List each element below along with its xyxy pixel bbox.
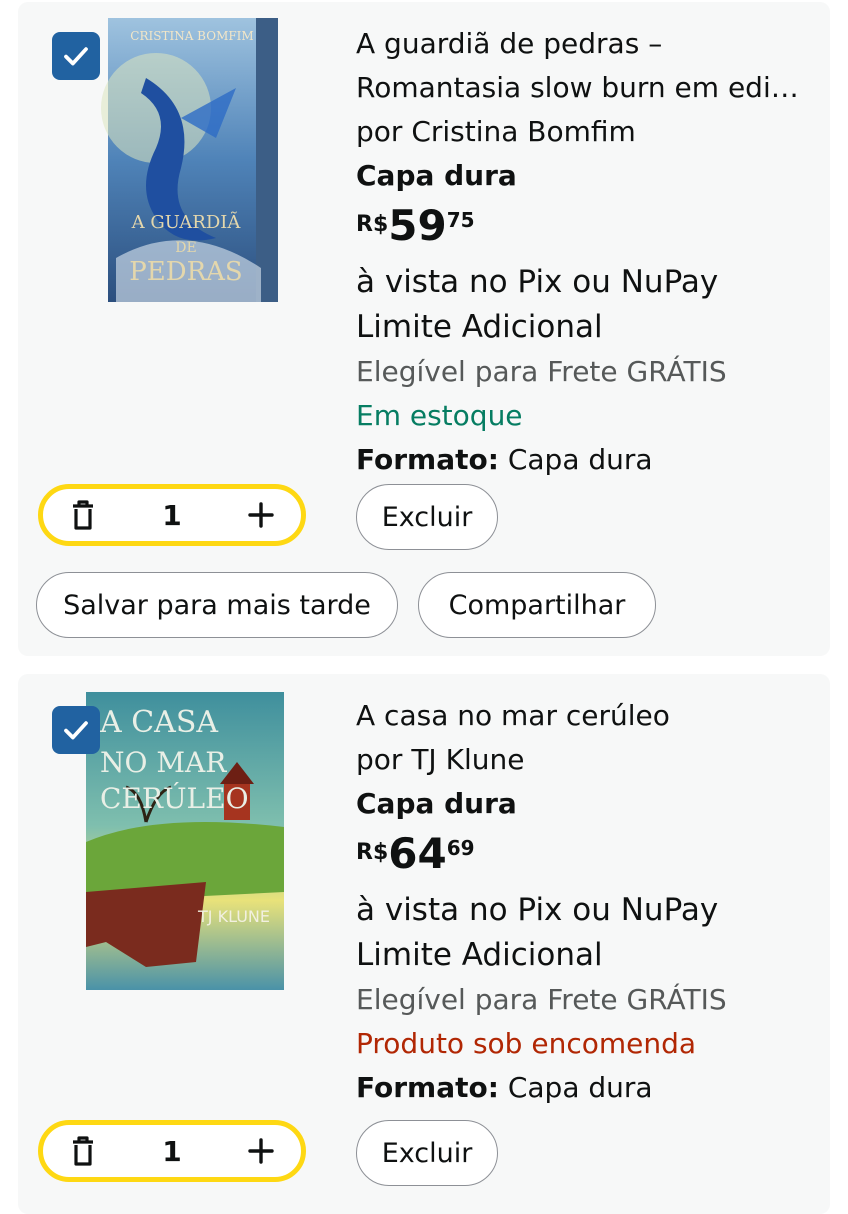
format-label: Formato:: [356, 443, 499, 476]
item-author: por Cristina Bomfim: [356, 115, 636, 148]
item-price: R$ 59 75: [356, 198, 816, 260]
check-icon: [64, 47, 88, 66]
item-details: A casa no mar cerúleo por TJ Klune Capa …: [356, 694, 816, 1110]
price-currency: R$: [356, 840, 389, 865]
shipping-eligibility: Elegível para Frete GRÁTIS: [356, 983, 727, 1016]
plus-icon[interactable]: [243, 1133, 279, 1169]
cart-item-2: A CASA NO MAR CERÚLEO TJ KLUNE A casa no…: [18, 674, 830, 1214]
availability-status: Produto sob encomenda: [356, 1027, 697, 1060]
item-title-line-2[interactable]: Romantasia slow burn em edi…: [356, 66, 816, 110]
check-icon: [64, 721, 88, 740]
select-checkbox[interactable]: [52, 32, 100, 80]
cover-title-2: NO MAR: [100, 746, 227, 779]
format-row: Formato: Capa dura: [356, 438, 816, 482]
save-for-later-button[interactable]: Salvar para mais tarde: [36, 572, 398, 638]
price-whole: 59: [388, 201, 447, 250]
payment-terms-line-2: Limite Adicional: [356, 309, 603, 345]
quantity-stepper: 1: [38, 1120, 306, 1182]
book-cover-image[interactable]: CRISTINA BOMFIM A GUARDIÃ DE PEDRAS: [86, 18, 298, 308]
select-checkbox[interactable]: [52, 706, 100, 754]
cover-title-1: A GUARDIÃ: [131, 211, 242, 233]
payment-terms-line-1: à vista no Pix ou NuPay: [356, 264, 719, 300]
item-price: R$ 64 69: [356, 826, 816, 888]
item-binding: Capa dura: [356, 159, 517, 192]
item-title-line-1[interactable]: A guardiã de pedras –: [356, 22, 816, 66]
book-cover-art: A CASA NO MAR CERÚLEO TJ KLUNE: [86, 692, 284, 990]
quantity-value: 1: [162, 498, 182, 532]
item-binding: Capa dura: [356, 787, 517, 820]
cover-title-3: PEDRAS: [129, 257, 242, 287]
payment-terms-line-1: à vista no Pix ou NuPay: [356, 892, 719, 928]
shipping-eligibility: Elegível para Frete GRÁTIS: [356, 355, 727, 388]
item-title[interactable]: A casa no mar cerúleo: [356, 694, 816, 738]
quantity-stepper: 1: [38, 484, 306, 546]
price-currency: R$: [356, 212, 389, 237]
cover-author: CRISTINA BOMFIM: [130, 29, 253, 43]
share-button[interactable]: Compartilhar: [418, 572, 656, 638]
book-cover-art: CRISTINA BOMFIM A GUARDIÃ DE PEDRAS: [101, 18, 278, 302]
format-value: Capa dura: [507, 443, 653, 476]
cover-title-2: DE: [175, 240, 196, 256]
cart-item-1: CRISTINA BOMFIM A GUARDIÃ DE PEDRAS A gu…: [18, 2, 830, 656]
item-author: por TJ Klune: [356, 743, 525, 776]
format-row: Formato: Capa dura: [356, 1066, 816, 1110]
payment-terms-line-2: Limite Adicional: [356, 937, 603, 973]
trash-icon[interactable]: [65, 1133, 101, 1169]
item-details: A guardiã de pedras – Romantasia slow bu…: [356, 22, 816, 482]
delete-button[interactable]: Excluir: [356, 484, 498, 550]
cover-author: TJ KLUNE: [197, 907, 270, 926]
delete-button[interactable]: Excluir: [356, 1120, 498, 1186]
quantity-value: 1: [162, 1134, 182, 1168]
price-cents: 69: [446, 836, 475, 860]
format-label: Formato:: [356, 1071, 499, 1104]
format-value: Capa dura: [507, 1071, 653, 1104]
trash-icon[interactable]: [65, 497, 101, 533]
price-whole: 64: [388, 829, 447, 878]
availability-status: Em estoque: [356, 399, 523, 432]
plus-icon[interactable]: [243, 497, 279, 533]
book-cover-image[interactable]: A CASA NO MAR CERÚLEO TJ KLUNE: [86, 692, 284, 990]
cover-title-3: CERÚLEO: [100, 781, 249, 815]
price-cents: 75: [446, 208, 475, 232]
cover-title-1: A CASA: [99, 705, 218, 740]
